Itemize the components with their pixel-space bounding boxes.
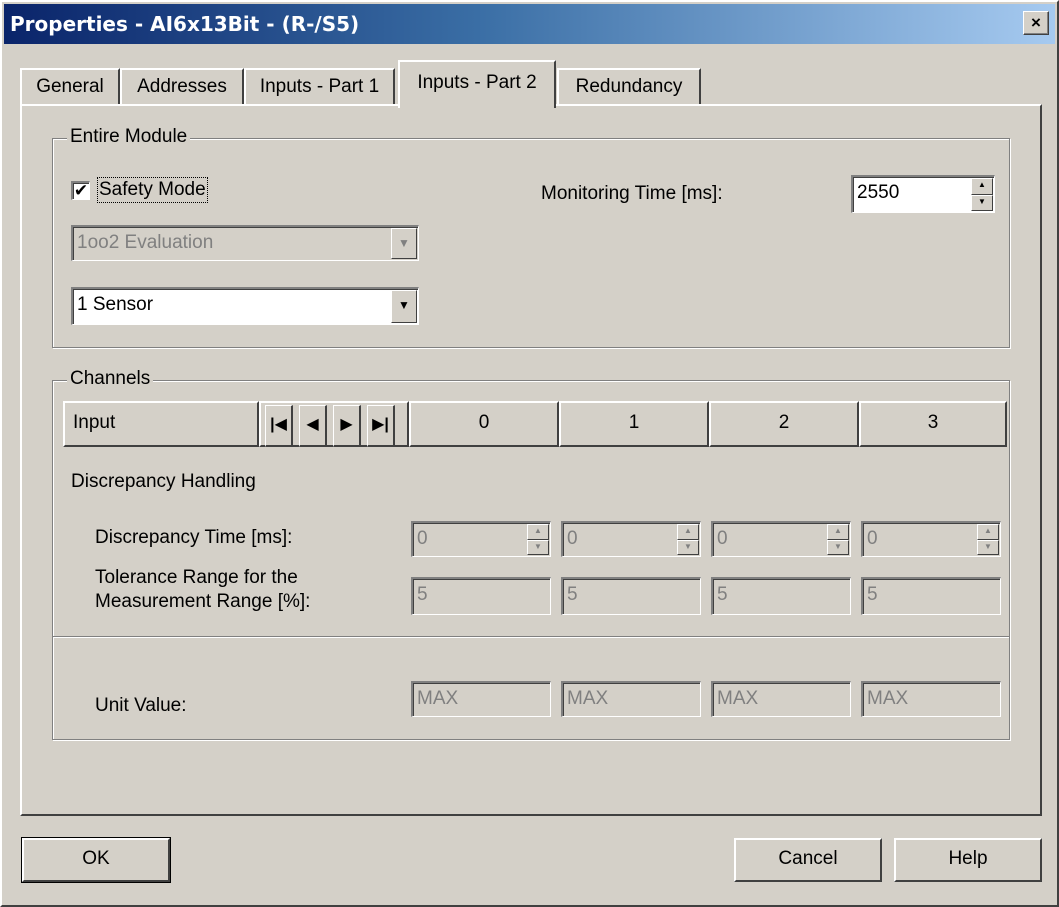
properties-dialog: Properties - AI6x13Bit - (R-/S5) × Gener…: [0, 0, 1059, 907]
tolerance-range-value: 5: [417, 584, 428, 605]
spin-down-icon[interactable]: ▼: [971, 194, 993, 211]
channels-label: Channels: [67, 368, 154, 390]
close-icon: ×: [1031, 13, 1041, 32]
navigation-buttons: |◀ ◀ ▶ ▶|: [259, 401, 409, 447]
tolerance-range-input: 5: [561, 577, 701, 615]
previous-icon[interactable]: ◀: [299, 405, 327, 447]
discrepancy-time-label: Discrepancy Time [ms]:: [95, 527, 293, 548]
spin-down-icon: ▼: [827, 539, 849, 555]
channels-header: Input |◀ ◀ ▶ ▶| 0 1 2 3: [63, 401, 1007, 447]
chevron-down-icon: ▼: [391, 228, 417, 259]
help-button[interactable]: Help: [894, 838, 1042, 882]
chevron-down-icon[interactable]: ▼: [391, 290, 417, 323]
spin-down-icon: ▼: [527, 539, 549, 555]
evaluation-select-value: 1oo2 Evaluation: [77, 232, 214, 253]
channel-column-2[interactable]: 2: [709, 401, 859, 447]
monitoring-time-label: Monitoring Time [ms]:: [541, 183, 723, 204]
discrepancy-time-value: 0: [867, 528, 878, 549]
tolerance-range-value: 5: [717, 584, 728, 605]
tab-panel: Entire Module ✔ Safety Mode 1oo2 Evaluat…: [20, 104, 1042, 816]
tab-strip: General Addresses Inputs - Part 1 Inputs…: [20, 60, 1020, 108]
discrepancy-time-value: 0: [567, 528, 578, 549]
discrepancy-time-input: 0 ▲ ▼: [411, 521, 551, 557]
unit-value-value: MAX: [417, 688, 459, 709]
spin-up-icon: ▲: [827, 524, 849, 540]
channel-column-0[interactable]: 0: [409, 401, 559, 447]
unit-value-input: MAX: [561, 681, 701, 717]
input-header: Input: [63, 401, 259, 447]
tab-inputs-part-1[interactable]: Inputs - Part 1: [244, 68, 395, 106]
entire-module-label: Entire Module: [67, 126, 191, 148]
spin-down-icon: ▼: [677, 539, 699, 555]
last-icon[interactable]: ▶|: [367, 405, 395, 447]
spinner-buttons: ▲ ▼: [977, 524, 999, 555]
unit-value-input: MAX: [711, 681, 851, 717]
discrepancy-time-value: 0: [717, 528, 728, 549]
discrepancy-time-value: 0: [417, 528, 428, 549]
next-icon[interactable]: ▶: [333, 405, 361, 447]
spinner-buttons: ▲ ▼: [827, 524, 849, 555]
spinner-buttons: ▲ ▼: [971, 178, 993, 211]
title-bar[interactable]: Properties - AI6x13Bit - (R-/S5) ×: [4, 4, 1055, 44]
sensor-select[interactable]: 1 Sensor ▼: [71, 287, 419, 325]
spin-up-icon: ▲: [677, 524, 699, 540]
tolerance-range-label-line1: Tolerance Range for the: [95, 567, 298, 588]
window-title: Properties - AI6x13Bit - (R-/S5): [10, 12, 360, 36]
tolerance-range-value: 5: [567, 584, 578, 605]
ok-button[interactable]: OK: [21, 837, 171, 883]
unit-value-input: MAX: [861, 681, 1001, 717]
unit-value-value: MAX: [717, 688, 759, 709]
discrepancy-handling-heading: Discrepancy Handling: [71, 471, 256, 492]
channels-group: Channels Input |◀ ◀ ▶ ▶| 0 1 2 3 Discrep…: [52, 368, 1010, 740]
first-icon[interactable]: |◀: [265, 405, 293, 447]
channel-column-1[interactable]: 1: [559, 401, 709, 447]
cancel-button[interactable]: Cancel: [734, 838, 882, 882]
tab-general[interactable]: General: [20, 68, 120, 106]
channel-column-3[interactable]: 3: [859, 401, 1007, 447]
unit-value-value: MAX: [567, 688, 609, 709]
spin-up-icon: ▲: [977, 524, 999, 540]
tolerance-range-input: 5: [711, 577, 851, 615]
sensor-select-value: 1 Sensor: [77, 294, 154, 315]
close-button[interactable]: ×: [1023, 11, 1049, 35]
unit-value-input: MAX: [411, 681, 551, 717]
discrepancy-time-input: 0 ▲ ▼: [561, 521, 701, 557]
spinner-buttons: ▲ ▼: [677, 524, 699, 555]
spin-down-icon: ▼: [977, 539, 999, 555]
monitoring-time-value: 2550: [857, 182, 900, 203]
evaluation-select: 1oo2 Evaluation ▼: [71, 225, 419, 261]
safety-mode-checkbox[interactable]: ✔: [71, 181, 90, 200]
spin-up-icon: ▲: [527, 524, 549, 540]
discrepancy-time-input: 0 ▲ ▼: [711, 521, 851, 557]
separator: [53, 636, 1009, 638]
tolerance-range-input: 5: [411, 577, 551, 615]
entire-module-group: Entire Module ✔ Safety Mode 1oo2 Evaluat…: [52, 126, 1010, 348]
tolerance-range-value: 5: [867, 584, 878, 605]
discrepancy-time-input: 0 ▲ ▼: [861, 521, 1001, 557]
monitoring-time-spinner[interactable]: 2550 ▲ ▼: [851, 175, 995, 213]
spinner-buttons: ▲ ▼: [527, 524, 549, 555]
tab-redundancy[interactable]: Redundancy: [557, 68, 701, 106]
unit-value-label: Unit Value:: [95, 695, 187, 716]
tolerance-range-label-line2: Measurement Range [%]:: [95, 591, 311, 612]
tab-addresses[interactable]: Addresses: [120, 68, 244, 106]
spin-up-icon[interactable]: ▲: [971, 178, 993, 195]
tab-inputs-part-2[interactable]: Inputs - Part 2: [398, 60, 556, 108]
unit-value-value: MAX: [867, 688, 909, 709]
safety-mode-label[interactable]: Safety Mode: [97, 177, 208, 203]
tolerance-range-input: 5: [861, 577, 1001, 615]
checkmark-icon: ✔: [73, 181, 89, 200]
